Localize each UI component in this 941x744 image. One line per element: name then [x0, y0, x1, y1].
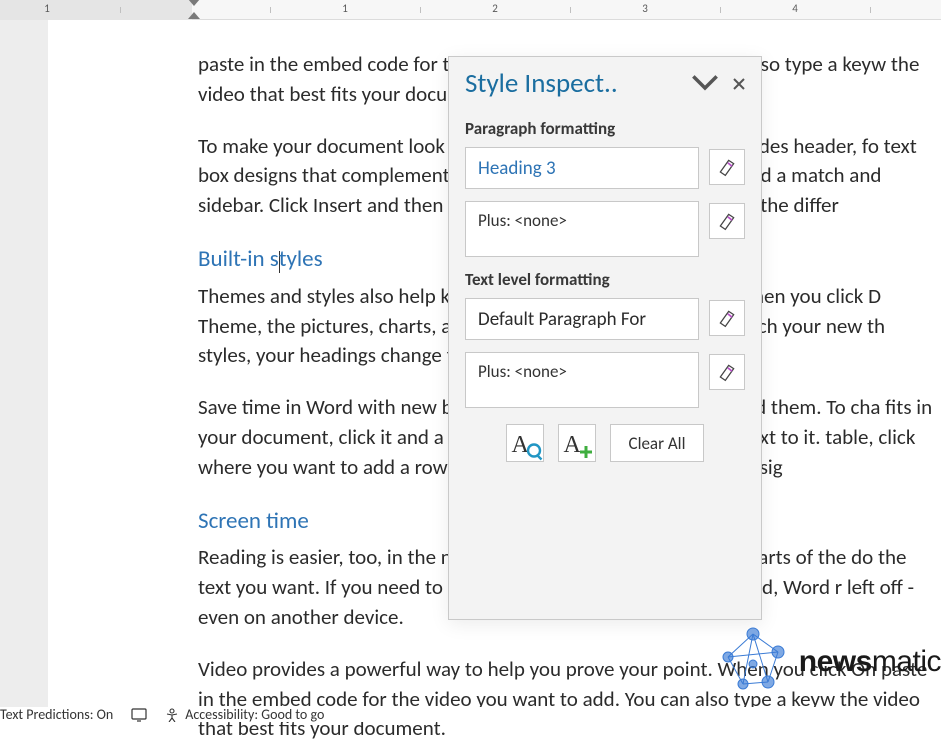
display-settings-icon[interactable]	[131, 708, 147, 722]
character-plus-field[interactable]: Plus: <none>	[465, 352, 699, 408]
clear-paragraph-formatting-button[interactable]	[709, 203, 745, 239]
svg-text:A: A	[511, 432, 529, 458]
reveal-formatting-button[interactable]: A	[506, 424, 544, 462]
heading-text-part: tyles	[279, 245, 323, 273]
clear-all-button[interactable]: Clear All	[610, 424, 705, 462]
text-predictions-status[interactable]: Text Predictions: On	[0, 706, 113, 723]
accessibility-status[interactable]: Accessibility: Good to go	[165, 706, 324, 723]
ruler-label: 1	[342, 2, 348, 15]
first-line-indent-marker[interactable]	[188, 0, 200, 6]
status-bar: Text Predictions: On Accessibility: Good…	[0, 707, 941, 722]
pane-header: Style Inspect..	[449, 57, 761, 104]
ruler-label: 3	[642, 2, 648, 15]
hanging-indent-marker[interactable]	[188, 12, 200, 19]
paragraph-plus-field[interactable]: Plus: <none>	[465, 201, 699, 257]
style-inspector-pane: Style Inspect.. Paragraph formatting Hea…	[448, 56, 762, 620]
pane-options-button[interactable]	[691, 70, 719, 98]
ruler-label: 1	[44, 2, 50, 15]
new-style-button[interactable]: A	[558, 424, 596, 462]
clear-character-formatting-button[interactable]	[709, 354, 745, 390]
heading-text-part: Built-in s	[198, 245, 279, 273]
paragraph-formatting-label: Paragraph formatting	[465, 118, 745, 139]
pane-close-button[interactable]	[725, 70, 753, 98]
character-plus-value: Plus: <none>	[478, 361, 567, 382]
accessibility-icon	[165, 708, 179, 722]
character-style-field[interactable]: Default Paragraph For	[465, 298, 699, 340]
reset-character-style-button[interactable]	[709, 300, 745, 336]
ruler-margin-left	[0, 0, 192, 20]
body-paragraph[interactable]: Video provides a powerful way to help yo…	[198, 655, 941, 744]
pane-title: Style Inspect..	[465, 67, 685, 100]
paragraph-style-value[interactable]: Heading 3	[478, 157, 556, 180]
ruler-label: 2	[492, 2, 498, 15]
paragraph-style-field[interactable]: Heading 3	[465, 147, 699, 189]
svg-text:A: A	[563, 432, 581, 458]
reset-paragraph-style-button[interactable]	[709, 149, 745, 185]
ruler-label: 4	[792, 2, 798, 15]
paragraph-plus-value: Plus: <none>	[478, 210, 567, 231]
text-formatting-label: Text level formatting	[465, 269, 745, 290]
horizontal-ruler[interactable]: 1 1 2 3 4	[0, 0, 941, 20]
character-style-value: Default Paragraph For	[478, 308, 646, 331]
